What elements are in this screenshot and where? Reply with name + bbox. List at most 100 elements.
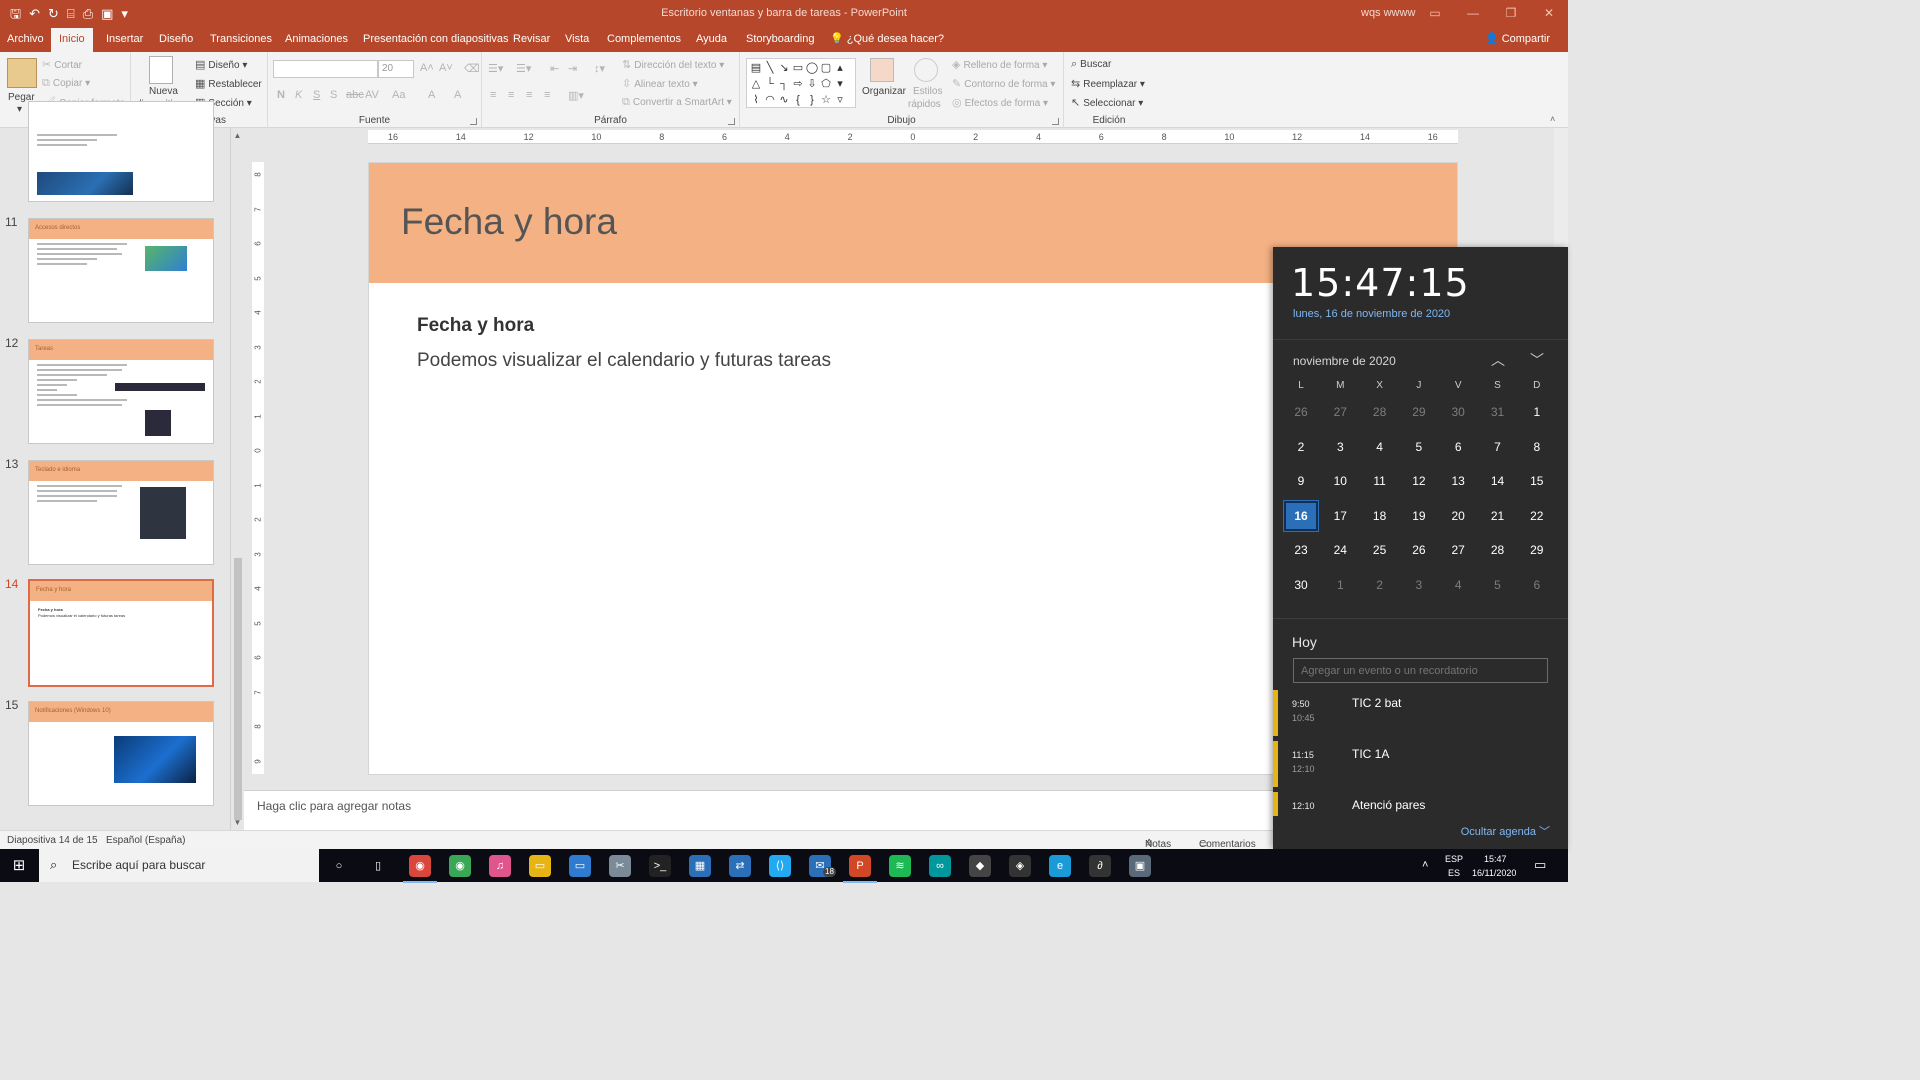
spotify-icon[interactable]: ≋ [889,855,911,877]
itunes-icon[interactable]: ♫ [489,855,511,877]
underline-button[interactable]: S [313,89,320,101]
justify-icon[interactable]: ≡ [544,89,550,101]
freeform-shape-icon[interactable]: ∿ [777,92,791,108]
calendar-day[interactable]: 12 [1401,465,1437,497]
increase-indent-icon[interactable]: ⇥ [568,62,577,75]
quick-styles-icon[interactable] [914,58,938,82]
game-icon[interactable]: ◈ [1009,855,1031,877]
grow-font-icon[interactable]: A˄ [420,62,434,74]
gallery-down-icon[interactable]: ▾ [833,76,847,92]
pentagon-shape-icon[interactable]: ⬠ [819,76,833,92]
add-event-input[interactable] [1293,658,1548,683]
chevron-up-icon[interactable]: ˄ [1422,859,1428,871]
star-shape-icon[interactable]: ☆ [819,92,833,108]
calendar-day[interactable]: 19 [1401,500,1437,532]
clock-date-link[interactable]: lunes, 16 de noviembre de 2020 [1293,308,1450,320]
calendar-day[interactable]: 14 [1480,465,1516,497]
rect-shape-icon[interactable]: ▭ [791,60,805,76]
align-left-icon[interactable]: ≡ [490,89,496,101]
windows-start-icon[interactable]: ⊞ [0,849,38,882]
dialog-launcher-icon[interactable] [728,118,735,125]
chevron-down-icon[interactable]: ﹀ [1527,350,1547,370]
smartart-button[interactable]: ⧉ Convertir a SmartArt ▾ [622,96,732,109]
calendar-day[interactable]: 17 [1322,500,1358,532]
chrome-alt-icon[interactable]: ◉ [449,855,471,877]
input-language-1[interactable]: ESP [1445,854,1463,864]
triangle-shape-icon[interactable]: △ [749,76,763,92]
remote-desktop-icon[interactable]: ⇄ [729,855,751,877]
paste-dropdown-icon[interactable]: ▾ [17,104,22,115]
calendar-day[interactable]: 22 [1519,500,1555,532]
taskbar-clock-time[interactable]: 15:47 [1484,854,1507,864]
calendar-icon[interactable]: ▦ [689,855,711,877]
paste-icon[interactable] [7,58,37,88]
calendar-day[interactable]: 20 [1440,500,1476,532]
slide-thumb-15[interactable]: Notificaciones (Windows 10) [28,701,214,806]
calendar-month-label[interactable]: noviembre de 2020 [1293,354,1396,368]
calendar-day[interactable]: 27 [1322,396,1358,428]
slide-subtitle[interactable]: Fecha y hora [417,315,534,337]
dialog-launcher-icon[interactable] [1052,118,1059,125]
brace-right-shape-icon[interactable]: } [805,92,819,108]
calendar-day[interactable]: 5 [1401,431,1437,463]
find-button[interactable]: ⌕ Buscar [1071,58,1111,71]
curve-shape-icon[interactable]: ⌇ [749,92,763,108]
powerpoint-icon[interactable]: P [843,855,877,883]
calendar-day[interactable]: 6 [1519,569,1555,601]
calendar-day[interactable]: 30 [1440,396,1476,428]
snipping-icon[interactable]: ✂ [609,855,631,877]
numbering-icon[interactable]: ☰▾ [516,62,531,75]
line-shape-icon[interactable]: ╲ [763,60,777,76]
cortana-icon[interactable]: ○ [328,855,350,877]
align-center-icon[interactable]: ≡ [508,89,514,101]
calendar-day[interactable]: 16 [1283,499,1319,532]
tell-me-box[interactable]: 💡 ¿Qué desea hacer? [830,28,944,52]
slide-thumb-14[interactable]: Fecha y hora Fecha y hora Podemos visual… [28,579,214,687]
arrange-button[interactable]: Organizar [862,86,906,97]
calendar-day[interactable]: 10 [1322,465,1358,497]
shadow-button[interactable]: S [330,89,337,101]
textbox-shape-icon[interactable]: ▤ [749,60,763,76]
slide-thumb-10[interactable] [28,101,214,202]
replace-button[interactable]: ⇆ Reemplazar ▾ [1071,77,1145,90]
tab-transiciones[interactable]: Transiciones [210,28,272,52]
calendar-day[interactable]: 1 [1519,396,1555,428]
calendar-day[interactable]: 24 [1322,534,1358,566]
scroll-thumb[interactable] [234,558,242,820]
copy-button[interactable]: ⧉ Copiar ▾ [42,77,90,90]
calendar-day[interactable]: 3 [1322,431,1358,463]
line-spacing-icon[interactable]: ↕▾ [594,62,605,75]
chevron-up-icon[interactable]: ︿ [1488,350,1508,370]
tab-vista[interactable]: Vista [565,28,589,52]
calendar-day[interactable]: 28 [1362,396,1398,428]
shrink-font-icon[interactable]: A˅ [439,62,453,74]
calendar-day[interactable]: 29 [1519,534,1555,566]
calendar-day[interactable]: 30 [1283,569,1319,601]
notes-placeholder[interactable]: Haga clic para agregar notas [257,799,411,813]
mail-icon[interactable]: ✉ 18 [809,855,836,877]
calendar-day[interactable]: 9 [1283,465,1319,497]
taskbar-search[interactable]: ⌕ Escribe aquí para buscar [39,849,319,882]
shape-outline-button[interactable]: ✎ Contorno de forma ▾ [952,77,1055,90]
calendar-day[interactable]: 13 [1440,465,1476,497]
user-name[interactable]: wqs wwww [1361,7,1415,19]
collapse-ribbon-icon[interactable]: ˄ [1550,114,1555,124]
reset-button[interactable]: ▦ Restablecer [195,77,262,90]
tab-complementos[interactable]: Complementos [607,28,681,52]
spacing-button[interactable]: AV [365,89,379,101]
columns-icon[interactable]: ▥▾ [568,89,584,102]
tab-presentacion[interactable]: Presentación con diapositivas [363,28,509,52]
calendar-day[interactable]: 4 [1362,431,1398,463]
calendar-day[interactable]: 2 [1362,569,1398,601]
thumbnail-scrollbar[interactable]: ▲ ▼ [230,128,244,830]
cut-button[interactable]: ✂ Cortar [42,58,82,71]
calendar-day[interactable]: 27 [1440,534,1476,566]
tab-animaciones[interactable]: Animaciones [285,28,348,52]
clear-format-icon[interactable]: ⌫ [464,62,480,75]
tab-diseno[interactable]: Diseño [159,28,193,52]
calendar-day[interactable]: 26 [1283,396,1319,428]
slide-thumb-11[interactable]: Accesos directos [28,218,214,323]
notification-center-icon[interactable]: ▭ [1534,857,1546,873]
down-arrow-shape-icon[interactable]: ⇩ [805,76,819,92]
share-button[interactable]: 👤 Compartir [1485,28,1550,51]
